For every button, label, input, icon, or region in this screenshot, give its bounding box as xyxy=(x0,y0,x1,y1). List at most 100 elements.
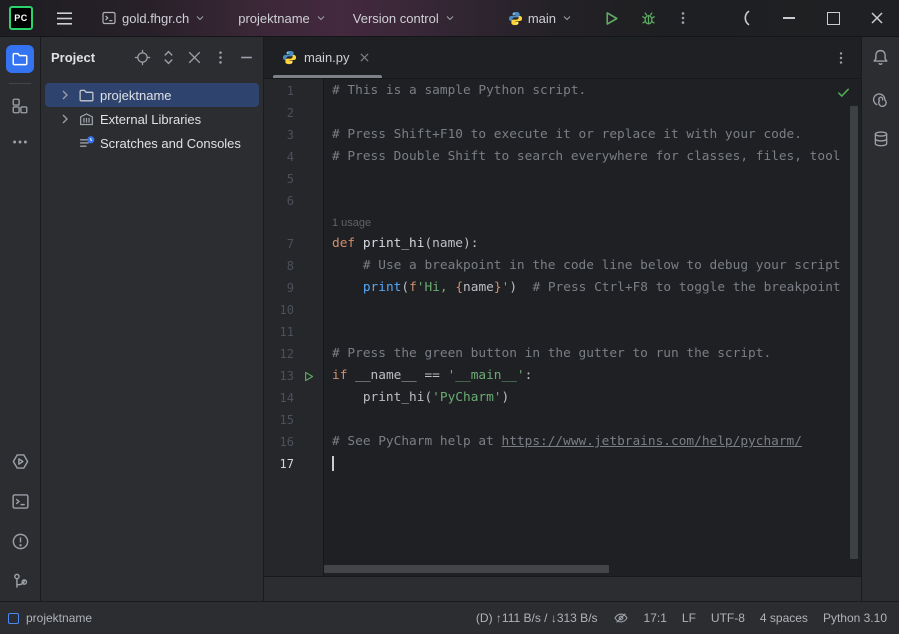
tool-structure-button[interactable] xyxy=(6,92,34,120)
line-number[interactable]: 14 xyxy=(264,387,294,409)
code-line[interactable]: 11 xyxy=(264,321,861,343)
line-number[interactable]: 15 xyxy=(264,409,294,431)
chevron-right-icon[interactable] xyxy=(57,111,73,127)
ai-assistant-button[interactable] xyxy=(867,84,895,112)
panel-options-button[interactable] xyxy=(212,49,229,66)
folder-icon xyxy=(11,50,29,68)
run-button[interactable] xyxy=(599,6,624,31)
editor-tab-main-py[interactable]: main.py xyxy=(273,37,382,78)
code-text: print(f'Hi, {name}') # Press Ctrl+F8 to … xyxy=(323,277,861,299)
tab-close-button[interactable] xyxy=(357,50,373,66)
minimize-button[interactable] xyxy=(767,1,811,36)
more-tools-button[interactable] xyxy=(6,128,34,156)
code-line[interactable]: 6 xyxy=(264,190,861,212)
usage-hint[interactable]: 1 usage xyxy=(332,217,371,229)
maximize-button[interactable] xyxy=(811,1,855,36)
theme-toggle-button[interactable] xyxy=(723,1,767,36)
chevron-right-icon[interactable] xyxy=(57,87,73,103)
code-line[interactable]: 14 print_hi('PyCharm') xyxy=(264,387,861,409)
line-number[interactable] xyxy=(264,212,294,233)
vcs-widget[interactable]: Version control xyxy=(349,7,460,30)
locate-file-button[interactable] xyxy=(134,49,151,66)
line-number[interactable]: 13 xyxy=(264,365,294,387)
line-number[interactable]: 7 xyxy=(264,233,294,255)
line-number[interactable]: 10 xyxy=(264,299,294,321)
code-line[interactable]: 2 xyxy=(264,102,861,124)
interpreter-widget[interactable]: Python 3.10 xyxy=(823,611,887,625)
code-line[interactable]: 1# This is a sample Python script. xyxy=(264,80,861,102)
tool-terminal-button[interactable] xyxy=(6,487,34,515)
code-line[interactable]: 15 xyxy=(264,409,861,431)
code-text xyxy=(323,299,861,321)
network-stats[interactable]: (D) ↑111 B/s / ↓313 B/s xyxy=(476,611,598,625)
line-number[interactable]: 4 xyxy=(264,146,294,168)
project-selector[interactable]: projektname xyxy=(234,7,331,30)
code-text: print_hi('PyCharm') xyxy=(323,387,861,409)
line-number[interactable]: 3 xyxy=(264,124,294,146)
titlebar: PC gold.fhgr.ch projektname Version cont… xyxy=(0,0,899,37)
code-line[interactable]: 12# Press the green button in the gutter… xyxy=(264,343,861,365)
code-line[interactable]: 8 # Use a breakpoint in the code line be… xyxy=(264,255,861,277)
more-actions-button[interactable] xyxy=(671,6,695,30)
horizontal-scrollbar[interactable] xyxy=(324,565,609,573)
line-number[interactable]: 17 xyxy=(264,453,294,475)
line-number[interactable]: 8 xyxy=(264,255,294,277)
bug-icon xyxy=(640,10,657,27)
code-line[interactable]: 5 xyxy=(264,168,861,190)
gutter-space xyxy=(294,102,323,124)
close-button[interactable] xyxy=(855,1,899,36)
tool-services-button[interactable] xyxy=(6,447,34,475)
host-selector[interactable]: gold.fhgr.ch xyxy=(97,6,210,30)
main-menu-button[interactable] xyxy=(52,7,77,30)
line-number[interactable]: 9 xyxy=(264,277,294,299)
tool-version-control-button[interactable] xyxy=(6,567,34,595)
expand-selection-button[interactable] xyxy=(160,49,177,66)
code-line[interactable]: 17 xyxy=(264,453,861,475)
line-number[interactable]: 11 xyxy=(264,321,294,343)
debug-button[interactable] xyxy=(636,6,661,31)
vertical-scrollbar[interactable] xyxy=(850,106,858,559)
tool-problems-button[interactable] xyxy=(6,527,34,555)
inspections-ok-icon[interactable] xyxy=(836,85,851,100)
line-separator-widget[interactable]: LF xyxy=(682,611,696,625)
database-icon xyxy=(872,130,890,148)
tree-item-projektname[interactable]: projektname xyxy=(45,83,259,107)
code-text: # Press Double Shift to search everywher… xyxy=(323,146,861,168)
line-number[interactable]: 5 xyxy=(264,168,294,190)
run-config-selector[interactable]: main xyxy=(504,7,577,30)
highlighting-eye-off-icon[interactable] xyxy=(613,610,629,626)
code-line[interactable]: 13 if __name__ == '__main__': xyxy=(264,365,861,387)
line-number[interactable]: 6 xyxy=(264,190,294,212)
run-line-icon[interactable] xyxy=(294,365,323,387)
indent-widget[interactable]: 4 spaces xyxy=(760,611,808,625)
line-number[interactable]: 12 xyxy=(264,343,294,365)
encoding-widget[interactable]: UTF-8 xyxy=(711,611,745,625)
code-line[interactable]: 4 # Press Double Shift to search everywhe… xyxy=(264,146,861,168)
code-line[interactable]: 7def print_hi(name): xyxy=(264,233,861,255)
hide-panel-button[interactable] xyxy=(238,49,255,66)
line-number[interactable]: 1 xyxy=(264,80,294,102)
code-text xyxy=(323,168,861,190)
tool-project-button[interactable] xyxy=(6,45,34,73)
notifications-button[interactable] xyxy=(867,43,895,71)
caret-position-widget[interactable]: 17:1 xyxy=(644,611,667,625)
inlay-hint-row[interactable]: 1 usage xyxy=(264,212,861,233)
gutter-space xyxy=(294,212,323,233)
status-project-widget[interactable]: projektname xyxy=(8,611,92,625)
editor-body[interactable]: 1# This is a sample Python script.23# Pr… xyxy=(264,79,861,576)
tree-item-external-libraries[interactable]: External Libraries xyxy=(45,107,259,131)
database-button[interactable] xyxy=(867,125,895,153)
code-line[interactable]: 3# Press Shift+F10 to execute it or repl… xyxy=(264,124,861,146)
code-line[interactable]: 9 print(f'Hi, {name}') # Press Ctrl+F8 t… xyxy=(264,277,861,299)
problems-icon xyxy=(11,532,30,551)
line-number[interactable]: 2 xyxy=(264,102,294,124)
collapse-all-button[interactable] xyxy=(186,49,203,66)
code-line[interactable]: 10 xyxy=(264,299,861,321)
code-line[interactable]: 16# See PyCharm help at https://www.jetb… xyxy=(264,431,861,453)
editor-options-button[interactable] xyxy=(832,49,849,66)
gutter-space xyxy=(294,80,323,102)
line-number[interactable]: 16 xyxy=(264,431,294,453)
tree-item-label: External Libraries xyxy=(100,112,201,127)
tree-item-scratches[interactable]: Scratches and Consoles xyxy=(45,131,259,155)
folder-icon xyxy=(78,87,95,104)
